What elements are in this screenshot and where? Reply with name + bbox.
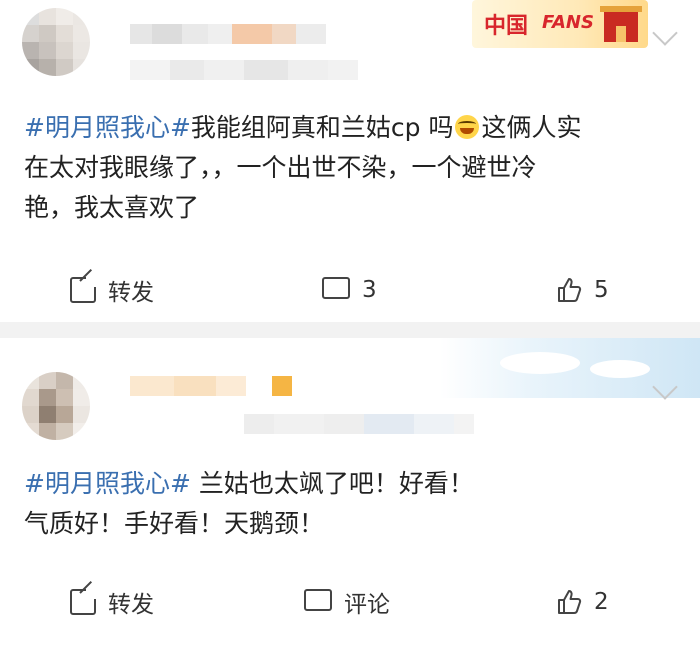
like-button[interactable]: 5 xyxy=(556,270,609,310)
post-text-line: 在太对我眼缘了，，一个出世不染，一个避世冷 xyxy=(24,153,537,182)
repost-button[interactable]: 转发 xyxy=(70,582,154,622)
post-divider xyxy=(0,322,700,338)
post-meta-blurred xyxy=(244,414,474,434)
badge-en-text: FANS xyxy=(542,12,594,33)
post-content: #明月照我心#我能组阿真和兰姑cp 吗这俩人实 在太对我眼缘了，，一个出世不染，… xyxy=(24,108,684,228)
post-content: #明月照我心# 兰姑也太飒了吧！好看！ 气质好！手好看！天鹅颈！ xyxy=(24,464,684,544)
comment-label: 评论 xyxy=(344,592,390,618)
tiananmen-gate-icon xyxy=(600,6,642,42)
action-bar: 转发 3 5 xyxy=(0,270,700,310)
repost-icon xyxy=(70,275,98,303)
avatar[interactable] xyxy=(22,372,90,440)
thumbs-up-icon xyxy=(556,589,582,615)
post-card-1: 中国 FANS #明月照我心#我能组阿真和兰姑cp 吗这俩人实 在太对我眼缘了，… xyxy=(0,0,700,322)
comment-icon xyxy=(322,271,350,299)
hashtag-link[interactable]: #明月照我心# xyxy=(24,469,191,498)
repost-icon xyxy=(70,587,98,615)
username-blurred[interactable] xyxy=(130,376,292,396)
thumbs-up-icon xyxy=(556,277,582,303)
username-blurred[interactable] xyxy=(130,24,326,44)
comment-button[interactable]: 评论 xyxy=(304,582,390,622)
post-text: 这俩人实 xyxy=(481,113,582,142)
like-count: 2 xyxy=(594,589,609,615)
comment-button[interactable]: 3 xyxy=(322,270,377,310)
post-meta-blurred xyxy=(130,60,358,80)
repost-label: 转发 xyxy=(108,280,154,306)
hashtag-link[interactable]: #明月照我心# xyxy=(24,113,191,142)
chevron-down-icon[interactable] xyxy=(652,20,678,46)
china-fans-badge: 中国 FANS xyxy=(472,0,648,48)
badge-cn-text: 中国 xyxy=(484,13,529,39)
avatar[interactable] xyxy=(22,8,90,76)
laughing-crying-emoji-icon xyxy=(455,115,480,139)
like-button[interactable]: 2 xyxy=(556,582,609,622)
repost-button[interactable]: 转发 xyxy=(70,270,154,310)
like-count: 5 xyxy=(594,277,609,303)
post-text-line: 艳，我太喜欢了 xyxy=(24,193,200,222)
post-text: 我能组阿真和兰姑cp 吗 xyxy=(190,113,454,142)
repost-label: 转发 xyxy=(108,592,154,618)
comment-count: 3 xyxy=(362,277,377,303)
action-bar: 转发 评论 2 xyxy=(0,582,700,622)
post-text: 兰姑也太飒了吧！好看！ xyxy=(190,469,474,498)
comment-icon xyxy=(304,583,332,611)
post-card-2: #明月照我心# 兰姑也太飒了吧！好看！ 气质好！手好看！天鹅颈！ 转发 评论 2 xyxy=(0,338,700,646)
post-text-line: 气质好！手好看！天鹅颈！ xyxy=(24,509,325,538)
